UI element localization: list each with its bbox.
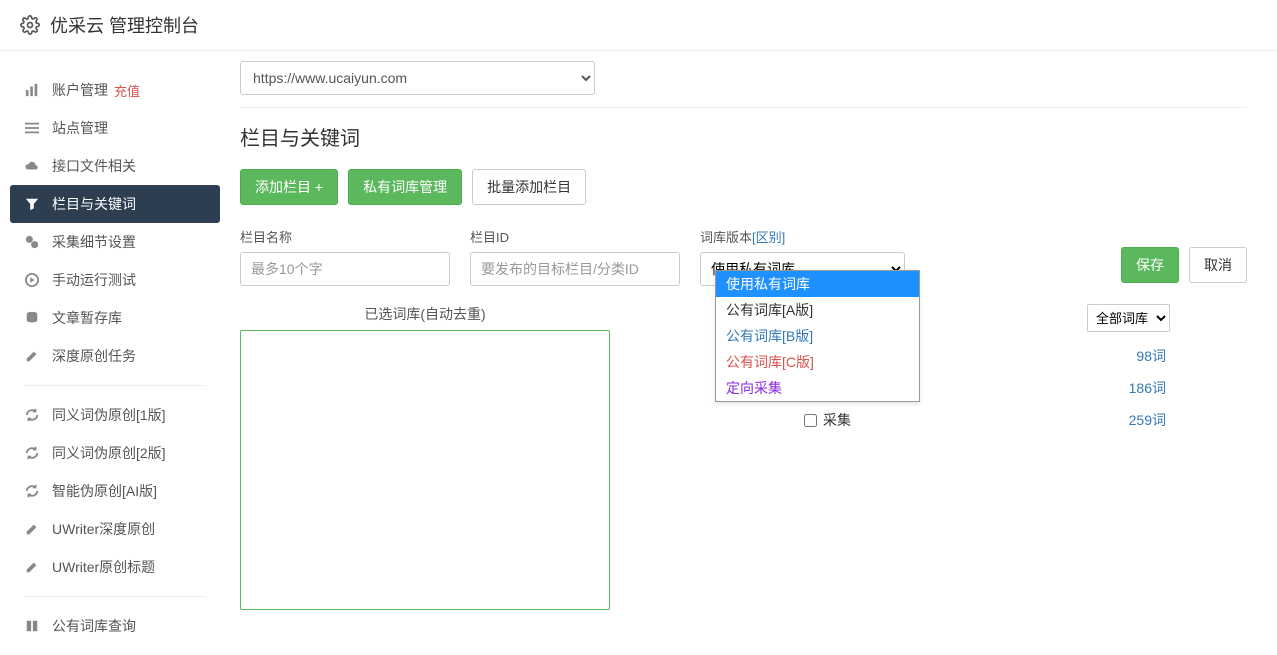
sidebar-item-settings[interactable]: 采集细节设置 bbox=[10, 223, 220, 261]
chart-icon bbox=[24, 83, 40, 97]
refresh-icon bbox=[24, 408, 40, 422]
gears-icon bbox=[24, 235, 40, 249]
recharge-badge: 充值 bbox=[114, 81, 140, 100]
col-name-input[interactable] bbox=[240, 252, 450, 286]
dropdown-option[interactable]: 公有词库[A版] bbox=[716, 297, 919, 323]
lib-checkbox[interactable] bbox=[804, 414, 817, 427]
sidebar-item-columns[interactable]: 栏目与关键词 bbox=[10, 185, 220, 223]
sidebar-item-ai[interactable]: 智能伪原创[AI版] bbox=[10, 472, 220, 510]
dropdown-option[interactable]: 公有词库[C版] bbox=[716, 349, 919, 375]
divider bbox=[24, 385, 206, 386]
dropdown-option[interactable]: 使用私有词库 bbox=[716, 271, 919, 297]
edit-icon bbox=[24, 349, 40, 363]
main-content: https://www.ucaiyun.com 栏目与关键词 添加栏目 + 私有… bbox=[220, 61, 1277, 655]
sidebar-label: 接口文件相关 bbox=[52, 156, 136, 176]
sidebar-item-public-search[interactable]: 公有词库查询 bbox=[10, 607, 220, 645]
add-column-button[interactable]: 添加栏目 + bbox=[240, 169, 338, 205]
sidebar-item-api[interactable]: 接口文件相关 bbox=[10, 147, 220, 185]
lib-count[interactable]: 186词 bbox=[1129, 378, 1166, 398]
lib-row: 采集 259词 bbox=[800, 404, 1170, 436]
app-title: 优采云 管理控制台 bbox=[50, 12, 199, 38]
col-id-input[interactable] bbox=[470, 252, 680, 286]
sidebar-label: 账户管理 bbox=[52, 80, 108, 100]
lib-ver-label: 词库版本[区别] bbox=[700, 227, 905, 246]
col-name-label: 栏目名称 bbox=[240, 227, 450, 246]
sidebar-item-syn1[interactable]: 同义词伪原创[1版] bbox=[10, 396, 220, 434]
selected-lib-title: 已选词库(自动去重) bbox=[240, 304, 610, 324]
divider bbox=[240, 107, 1247, 108]
col-id-label: 栏目ID bbox=[470, 227, 680, 246]
sidebar-label: 站点管理 bbox=[52, 118, 108, 138]
all-lib-select[interactable]: 全部词库 bbox=[1087, 304, 1170, 332]
sidebar-item-storage[interactable]: 文章暂存库 bbox=[10, 299, 220, 337]
refresh-icon bbox=[24, 484, 40, 498]
sidebar-label: 同义词伪原创[2版] bbox=[52, 443, 166, 463]
play-icon bbox=[24, 273, 40, 287]
sidebar-label: 深度原创任务 bbox=[52, 346, 136, 366]
gear-icon bbox=[20, 15, 40, 35]
filter-icon bbox=[24, 197, 40, 211]
panels: 已选词库(自动去重) 使用私有词库 公有词库[A版] 公有词库[B版] 公有词库… bbox=[240, 304, 1247, 610]
lib-count[interactable]: 259词 bbox=[1129, 410, 1166, 430]
sidebar-label: 智能伪原创[AI版] bbox=[52, 481, 157, 501]
sidebar-label: 文章暂存库 bbox=[52, 308, 122, 328]
sidebar-label: UWriter深度原创 bbox=[52, 519, 155, 539]
sidebar-item-run[interactable]: 手动运行测试 bbox=[10, 261, 220, 299]
sidebar-label: 公有词库查询 bbox=[52, 616, 136, 636]
topbar: 优采云 管理控制台 bbox=[0, 0, 1277, 51]
sidebar-item-site[interactable]: 站点管理 bbox=[10, 109, 220, 147]
list-icon bbox=[24, 121, 40, 135]
divider bbox=[24, 596, 206, 597]
refresh-icon bbox=[24, 446, 40, 460]
dropdown-option[interactable]: 公有词库[B版] bbox=[716, 323, 919, 349]
toolbar: 添加栏目 + 私有词库管理 批量添加栏目 bbox=[240, 169, 1247, 205]
sidebar-item-uwriter-title[interactable]: UWriter原创标题 bbox=[10, 548, 220, 586]
cancel-button[interactable]: 取消 bbox=[1189, 247, 1247, 283]
cloud-icon bbox=[24, 159, 40, 173]
edit-icon bbox=[24, 560, 40, 574]
lib-count[interactable]: 98词 bbox=[1136, 346, 1166, 366]
bulk-add-button[interactable]: 批量添加栏目 bbox=[472, 169, 586, 205]
sidebar-item-syn2[interactable]: 同义词伪原创[2版] bbox=[10, 434, 220, 472]
lib-checkbox-label[interactable]: 采集 bbox=[804, 410, 851, 430]
book-icon bbox=[24, 619, 40, 633]
sidebar-label: 栏目与关键词 bbox=[52, 194, 136, 214]
sidebar-label: 同义词伪原创[1版] bbox=[52, 405, 166, 425]
lib-ver-dropdown[interactable]: 使用私有词库 公有词库[A版] 公有词库[B版] 公有词库[C版] 定向采集 bbox=[715, 270, 920, 402]
sidebar-item-uwriter-deep[interactable]: UWriter深度原创 bbox=[10, 510, 220, 548]
diff-link[interactable]: [区别] bbox=[752, 230, 785, 245]
database-icon bbox=[24, 311, 40, 325]
selected-lib-box[interactable] bbox=[240, 330, 610, 610]
sidebar: 账户管理 充值 站点管理 接口文件相关 栏目与关键词 采集细节设置 手动运行测试… bbox=[0, 61, 220, 655]
page-title: 栏目与关键词 bbox=[240, 122, 1247, 151]
private-lib-button[interactable]: 私有词库管理 bbox=[348, 169, 462, 205]
dropdown-option[interactable]: 定向采集 bbox=[716, 375, 919, 401]
sidebar-item-deep[interactable]: 深度原创任务 bbox=[10, 337, 220, 375]
sidebar-label: UWriter原创标题 bbox=[52, 557, 155, 577]
site-select[interactable]: https://www.ucaiyun.com bbox=[240, 61, 595, 95]
save-button[interactable]: 保存 bbox=[1121, 247, 1179, 283]
edit-icon bbox=[24, 522, 40, 536]
sidebar-item-account[interactable]: 账户管理 充值 bbox=[10, 71, 220, 109]
sidebar-label: 采集细节设置 bbox=[52, 232, 136, 252]
sidebar-label: 手动运行测试 bbox=[52, 270, 136, 290]
